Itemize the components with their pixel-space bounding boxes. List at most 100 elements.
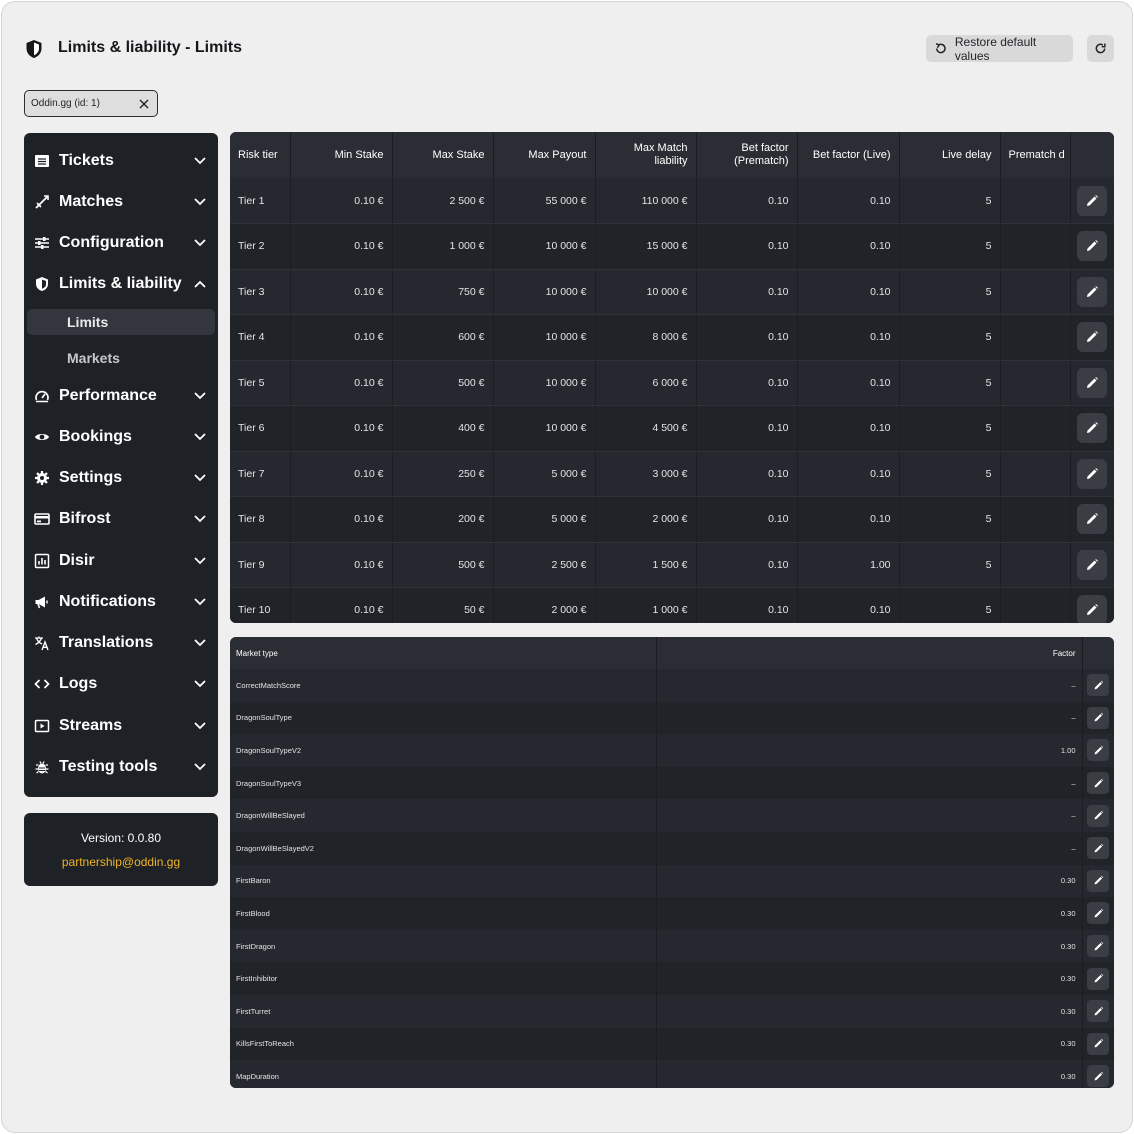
- column-header-prematch-d[interactable]: Prematch d: [1000, 132, 1071, 178]
- chevron-down-icon: [194, 515, 206, 523]
- close-icon[interactable]: [139, 99, 149, 109]
- edit-row-button[interactable]: [1077, 231, 1107, 262]
- sidebar-item-performance[interactable]: Performance: [24, 375, 218, 416]
- sidebar-item-bookings[interactable]: Bookings: [24, 416, 218, 457]
- market-factors-card: Market type Factor CorrectMatchScore – Drag…: [230, 637, 1114, 1088]
- sidebar-item-label: Performance: [59, 386, 157, 404]
- translate-icon: [34, 635, 50, 651]
- edit-row-button[interactable]: [1087, 837, 1109, 860]
- sidebar-item-tickets[interactable]: Tickets: [24, 140, 218, 181]
- cell-factor: 0.30: [656, 994, 1083, 1028]
- pencil-icon: [1094, 745, 1103, 755]
- edit-row-button[interactable]: [1087, 1032, 1109, 1055]
- edit-row-button[interactable]: [1077, 413, 1107, 444]
- sidebar-item-notifications[interactable]: Notifications: [24, 581, 218, 622]
- column-header-risk-tier[interactable]: Risk tier: [230, 132, 291, 178]
- edit-row-button[interactable]: [1077, 367, 1107, 398]
- sidebar-item-label: Streams: [59, 716, 123, 734]
- cell-factor: 0.30: [656, 897, 1083, 930]
- subnav-limits-and-liability: Limits Markets: [24, 309, 218, 375]
- edit-row-button[interactable]: [1087, 1000, 1109, 1023]
- sidebar-item-bifrost[interactable]: Bifrost: [24, 499, 218, 540]
- edit-row-button[interactable]: [1087, 869, 1109, 892]
- edit-row-button[interactable]: [1077, 504, 1107, 535]
- cell-prematch-d: [1000, 360, 1071, 406]
- cell-max-match-liability: 1 500 €: [595, 542, 697, 588]
- subnav-item-markets[interactable]: Markets: [27, 340, 215, 375]
- chevron-down-icon: [194, 763, 206, 771]
- subnav-item-limits[interactable]: Limits: [27, 309, 215, 335]
- edit-row-button[interactable]: [1077, 276, 1107, 307]
- edit-row-button[interactable]: [1077, 322, 1107, 353]
- swords-icon: [34, 194, 50, 210]
- edit-row-button[interactable]: [1077, 549, 1107, 580]
- actions-column-header: [1082, 637, 1114, 669]
- table-row: FirstTurret 0.30: [230, 994, 1114, 1028]
- chevron-down-icon: [194, 474, 206, 482]
- chart-icon: [34, 553, 50, 569]
- edit-row-button[interactable]: [1087, 902, 1109, 925]
- cell-factor: –: [656, 799, 1083, 832]
- column-header-max-match-liability[interactable]: Max Match liability: [595, 132, 697, 178]
- edit-row-button[interactable]: [1077, 595, 1107, 623]
- play-icon: [34, 718, 50, 734]
- sidebar-item-limits-and-liability[interactable]: Limits & liability: [24, 264, 218, 305]
- cell-bet-factor-prematch: 0.10: [696, 314, 798, 361]
- cell-bet-factor-live: 1.00: [797, 542, 900, 588]
- partnership-email-link[interactable]: partnership@oddin.gg: [62, 855, 180, 869]
- cell-market-type: KillsFirstToReach: [230, 1027, 657, 1061]
- cell-market-type: DragonSoulTypeV3: [230, 766, 657, 800]
- column-header-min-stake[interactable]: Min Stake: [290, 132, 393, 178]
- column-header-live-delay[interactable]: Live delay: [899, 132, 1001, 178]
- sidebar-item-streams[interactable]: Streams: [24, 705, 218, 746]
- refresh-button[interactable]: [1087, 35, 1114, 62]
- version-text: Version: 0.0.80: [80, 830, 162, 845]
- column-header-factor[interactable]: Factor: [656, 637, 1083, 669]
- restore-defaults-button[interactable]: Restore default values: [926, 35, 1073, 63]
- column-header-max-payout[interactable]: Max Payout: [493, 132, 596, 178]
- pencil-icon: [1094, 843, 1103, 853]
- cell-prematch-d: [1000, 451, 1071, 497]
- table-row: Tier 6 0.10 €400 €10 000 €4 500 €0.10 0.10…: [230, 405, 1114, 452]
- row-actions: [1082, 1060, 1114, 1088]
- cell-bet-factor-live: 0.10: [797, 496, 900, 543]
- cell-prematch-d: [1000, 405, 1071, 452]
- edit-row-button[interactable]: [1077, 185, 1107, 216]
- sidebar-item-logs[interactable]: Logs: [24, 664, 218, 705]
- edit-row-button[interactable]: [1087, 935, 1109, 958]
- sidebar-item-disir[interactable]: Disir: [24, 540, 218, 581]
- cell-risk-tier: Tier 5: [230, 360, 291, 406]
- sidebar-item-matches[interactable]: Matches: [24, 181, 218, 222]
- column-header-market-type[interactable]: Market type: [230, 637, 657, 669]
- edit-row-button[interactable]: [1077, 458, 1107, 489]
- cell-max-stake: 2 500 €: [392, 178, 494, 224]
- edit-row-button[interactable]: [1087, 967, 1109, 990]
- edit-row-button[interactable]: [1087, 739, 1109, 762]
- actions-column-header: [1070, 132, 1114, 178]
- operator-filter-chip[interactable]: Oddin.gg (id: 1): [24, 90, 158, 117]
- column-header-max-stake[interactable]: Max Stake: [392, 132, 494, 178]
- cell-max-stake: 750 €: [392, 269, 494, 315]
- column-header-bet-factor-prematch[interactable]: Bet factor (Prematch): [696, 132, 798, 178]
- pencil-icon: [1094, 713, 1103, 722]
- sidebar-item-settings[interactable]: Settings: [24, 458, 218, 499]
- chevron-down-icon: [194, 556, 206, 564]
- sidebar-item-translations[interactable]: Translations: [24, 623, 218, 664]
- sidebar-item-testing-tools[interactable]: Testing tools: [24, 746, 218, 787]
- ticket-icon: [34, 153, 50, 169]
- edit-row-button[interactable]: [1087, 804, 1109, 827]
- edit-row-button[interactable]: [1087, 674, 1109, 697]
- cell-min-stake: 0.10 €: [290, 542, 393, 588]
- bug-icon: [34, 759, 50, 775]
- edit-row-button[interactable]: [1087, 706, 1109, 729]
- cell-min-stake: 0.10 €: [290, 360, 393, 406]
- edit-row-button[interactable]: [1087, 772, 1109, 795]
- sidebar-item-configuration[interactable]: Configuration: [24, 223, 218, 264]
- cell-risk-tier: Tier 8: [230, 496, 291, 543]
- cell-factor: 0.30: [656, 962, 1083, 995]
- edit-row-button[interactable]: [1087, 1065, 1109, 1088]
- column-header-bet-factor-live[interactable]: Bet factor (Live): [797, 132, 900, 178]
- table-row: FirstBaron 0.30: [230, 864, 1114, 898]
- cell-bet-factor-prematch: 0.10: [696, 269, 798, 315]
- cell-prematch-d: [1000, 542, 1071, 588]
